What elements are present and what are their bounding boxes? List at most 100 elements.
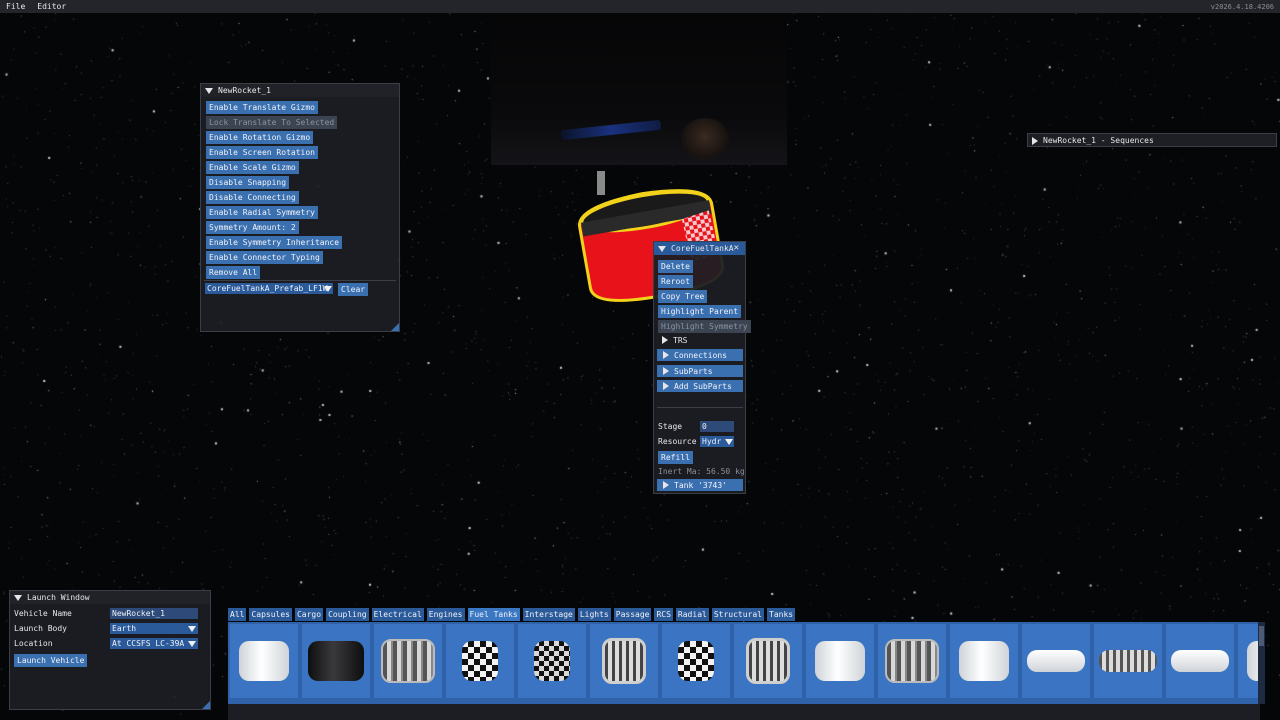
- expand-arrow-icon[interactable]: [663, 382, 669, 390]
- sequences-panel[interactable]: NewRocket_1 - Sequences: [1027, 133, 1277, 147]
- part-thumbnail[interactable]: [734, 624, 802, 698]
- collapse-arrow-icon[interactable]: [658, 245, 666, 252]
- screen-rotation-button[interactable]: Enable Screen Rotation: [206, 146, 318, 159]
- part-thumbnail[interactable]: [1094, 624, 1162, 698]
- dropdown-arrow-icon[interactable]: [324, 286, 332, 292]
- copy-tree-button[interactable]: Copy Tree: [658, 290, 708, 303]
- white-flat-tank-icon: [1027, 650, 1085, 672]
- dropdown-arrow-icon[interactable]: [188, 641, 196, 647]
- expand-arrow-icon[interactable]: [663, 351, 669, 359]
- connector-typing-button[interactable]: Enable Connector Typing: [206, 251, 323, 264]
- tab-passage[interactable]: Passage: [613, 608, 652, 621]
- scale-gizmo-button[interactable]: Enable Scale Gizmo: [206, 161, 299, 174]
- collapse-arrow-icon[interactable]: [205, 87, 213, 94]
- tab-fuel-tanks[interactable]: Fuel Tanks: [467, 608, 520, 621]
- tab-rcs[interactable]: RCS: [654, 608, 673, 621]
- remove-all-button[interactable]: Remove All: [206, 266, 261, 279]
- snapping-button[interactable]: Disable Snapping: [206, 176, 290, 189]
- part-thumbnail[interactable]: [446, 624, 514, 698]
- tank-section[interactable]: Tank '3743': [657, 479, 743, 491]
- expand-arrow-icon[interactable]: [663, 367, 669, 375]
- menu-editor[interactable]: Editor: [37, 2, 66, 11]
- part-thumbnail[interactable]: [1238, 624, 1260, 698]
- parts-scrollbar[interactable]: [1258, 622, 1265, 704]
- parts-palette: [228, 622, 1260, 704]
- vehicle-name-input[interactable]: NewRocket_1: [110, 608, 198, 619]
- tab-electrical[interactable]: Electrical: [371, 608, 424, 621]
- tab-capsules[interactable]: Capsules: [249, 608, 292, 621]
- expand-arrow-icon[interactable]: [1032, 136, 1038, 145]
- trs-label: TRS: [673, 335, 688, 345]
- delete-button[interactable]: Delete: [658, 260, 693, 273]
- part-thumbnail[interactable]: [1022, 624, 1090, 698]
- launch-window: Launch Window Vehicle Name NewRocket_1 L…: [9, 590, 211, 710]
- trs-tree-node[interactable]: TRS: [658, 334, 687, 346]
- reroot-button[interactable]: Reroot: [658, 275, 693, 288]
- launch-window-header[interactable]: Launch Window: [10, 591, 210, 604]
- white-tank-icon: [815, 641, 865, 681]
- part-thumbnail[interactable]: [1166, 624, 1234, 698]
- collapse-arrow-icon[interactable]: [14, 594, 22, 601]
- tab-radial[interactable]: Radial: [675, 608, 709, 621]
- location-label: Location: [14, 639, 53, 648]
- rocket-editor-panel: NewRocket_1 Enable Translate Gizmo Lock …: [200, 83, 400, 332]
- sequences-title: NewRocket_1 - Sequences: [1043, 136, 1154, 145]
- rocket-panel-header[interactable]: NewRocket_1: [201, 84, 399, 97]
- part-panel-title: CoreFuelTankA: [671, 244, 734, 253]
- rotation-gizmo-button[interactable]: Enable Rotation Gizmo: [206, 131, 314, 144]
- tab-engines[interactable]: Engines: [426, 608, 465, 621]
- part-thumbnail[interactable]: [878, 624, 946, 698]
- add-subparts-section[interactable]: Add SubParts: [657, 380, 743, 392]
- radial-symmetry-button[interactable]: Enable Radial Symmetry: [206, 206, 318, 219]
- connections-section[interactable]: Connections: [657, 349, 743, 361]
- black-checker-tank-icon: [534, 641, 570, 681]
- part-thumbnail[interactable]: [374, 624, 442, 698]
- connecting-button[interactable]: Disable Connecting: [206, 191, 299, 204]
- tab-all[interactable]: All: [228, 608, 247, 621]
- close-icon[interactable]: ✕: [734, 242, 739, 255]
- dropdown-arrow-icon[interactable]: [725, 439, 733, 445]
- resource-label: Resource: [658, 437, 697, 446]
- stage-input[interactable]: 0: [700, 421, 734, 432]
- part-thumbnail[interactable]: [518, 624, 586, 698]
- vehicle-name-value: NewRocket_1: [112, 609, 165, 618]
- symmetry-amount-button[interactable]: Symmetry Amount: 2: [206, 221, 299, 234]
- clear-button[interactable]: Clear: [338, 283, 369, 296]
- dropdown-arrow-icon[interactable]: [188, 626, 196, 632]
- symmetry-inheritance-button[interactable]: Enable Symmetry Inheritance: [206, 236, 343, 249]
- part-thumbnail[interactable]: [662, 624, 730, 698]
- part-thumbnail[interactable]: [230, 624, 298, 698]
- launch-body-dropdown[interactable]: Earth: [110, 623, 198, 634]
- expand-arrow-icon[interactable]: [663, 481, 669, 489]
- highlight-parent-button[interactable]: Highlight Parent: [658, 305, 742, 318]
- tab-lights[interactable]: Lights: [577, 608, 611, 621]
- part-thumbnail[interactable]: [302, 624, 370, 698]
- part-select-dropdown[interactable]: CoreFuelTankA_Prefab_LF1W: [205, 283, 333, 294]
- expand-arrow-icon[interactable]: [662, 336, 668, 344]
- tab-interstage[interactable]: Interstage: [522, 608, 575, 621]
- translate-gizmo-button[interactable]: Enable Translate Gizmo: [206, 101, 318, 114]
- sequences-header[interactable]: NewRocket_1 - Sequences: [1028, 134, 1276, 147]
- tab-coupling[interactable]: Coupling: [326, 608, 369, 621]
- resize-grip-icon[interactable]: [391, 323, 399, 331]
- white-flat-tank-icon: [1171, 650, 1229, 672]
- launch-body-label: Launch Body: [14, 624, 67, 633]
- location-dropdown[interactable]: At CCSFS LC-39A: [110, 638, 198, 649]
- tab-tanks[interactable]: Tanks: [767, 608, 796, 621]
- subparts-section[interactable]: SubParts: [657, 365, 743, 377]
- part-thumbnail[interactable]: [950, 624, 1018, 698]
- resize-grip-icon[interactable]: [202, 701, 210, 709]
- launch-vehicle-button[interactable]: Launch Vehicle: [14, 654, 88, 667]
- part-thumbnail[interactable]: [590, 624, 658, 698]
- part-panel-header[interactable]: CoreFuelTankA ✕: [654, 242, 745, 255]
- menu-bar: File Editor v2026.4.18.4206: [0, 0, 1280, 13]
- rocket-panel-title: NewRocket_1: [218, 86, 271, 95]
- checker-tank-icon: [462, 641, 498, 681]
- refill-button[interactable]: Refill: [658, 451, 693, 464]
- tab-structural[interactable]: Structural: [711, 608, 764, 621]
- part-thumbnail[interactable]: [806, 624, 874, 698]
- menu-file[interactable]: File: [6, 2, 25, 11]
- white-tank-icon: [239, 641, 289, 681]
- tab-cargo[interactable]: Cargo: [294, 608, 324, 621]
- scrollbar-thumb[interactable]: [1259, 626, 1264, 646]
